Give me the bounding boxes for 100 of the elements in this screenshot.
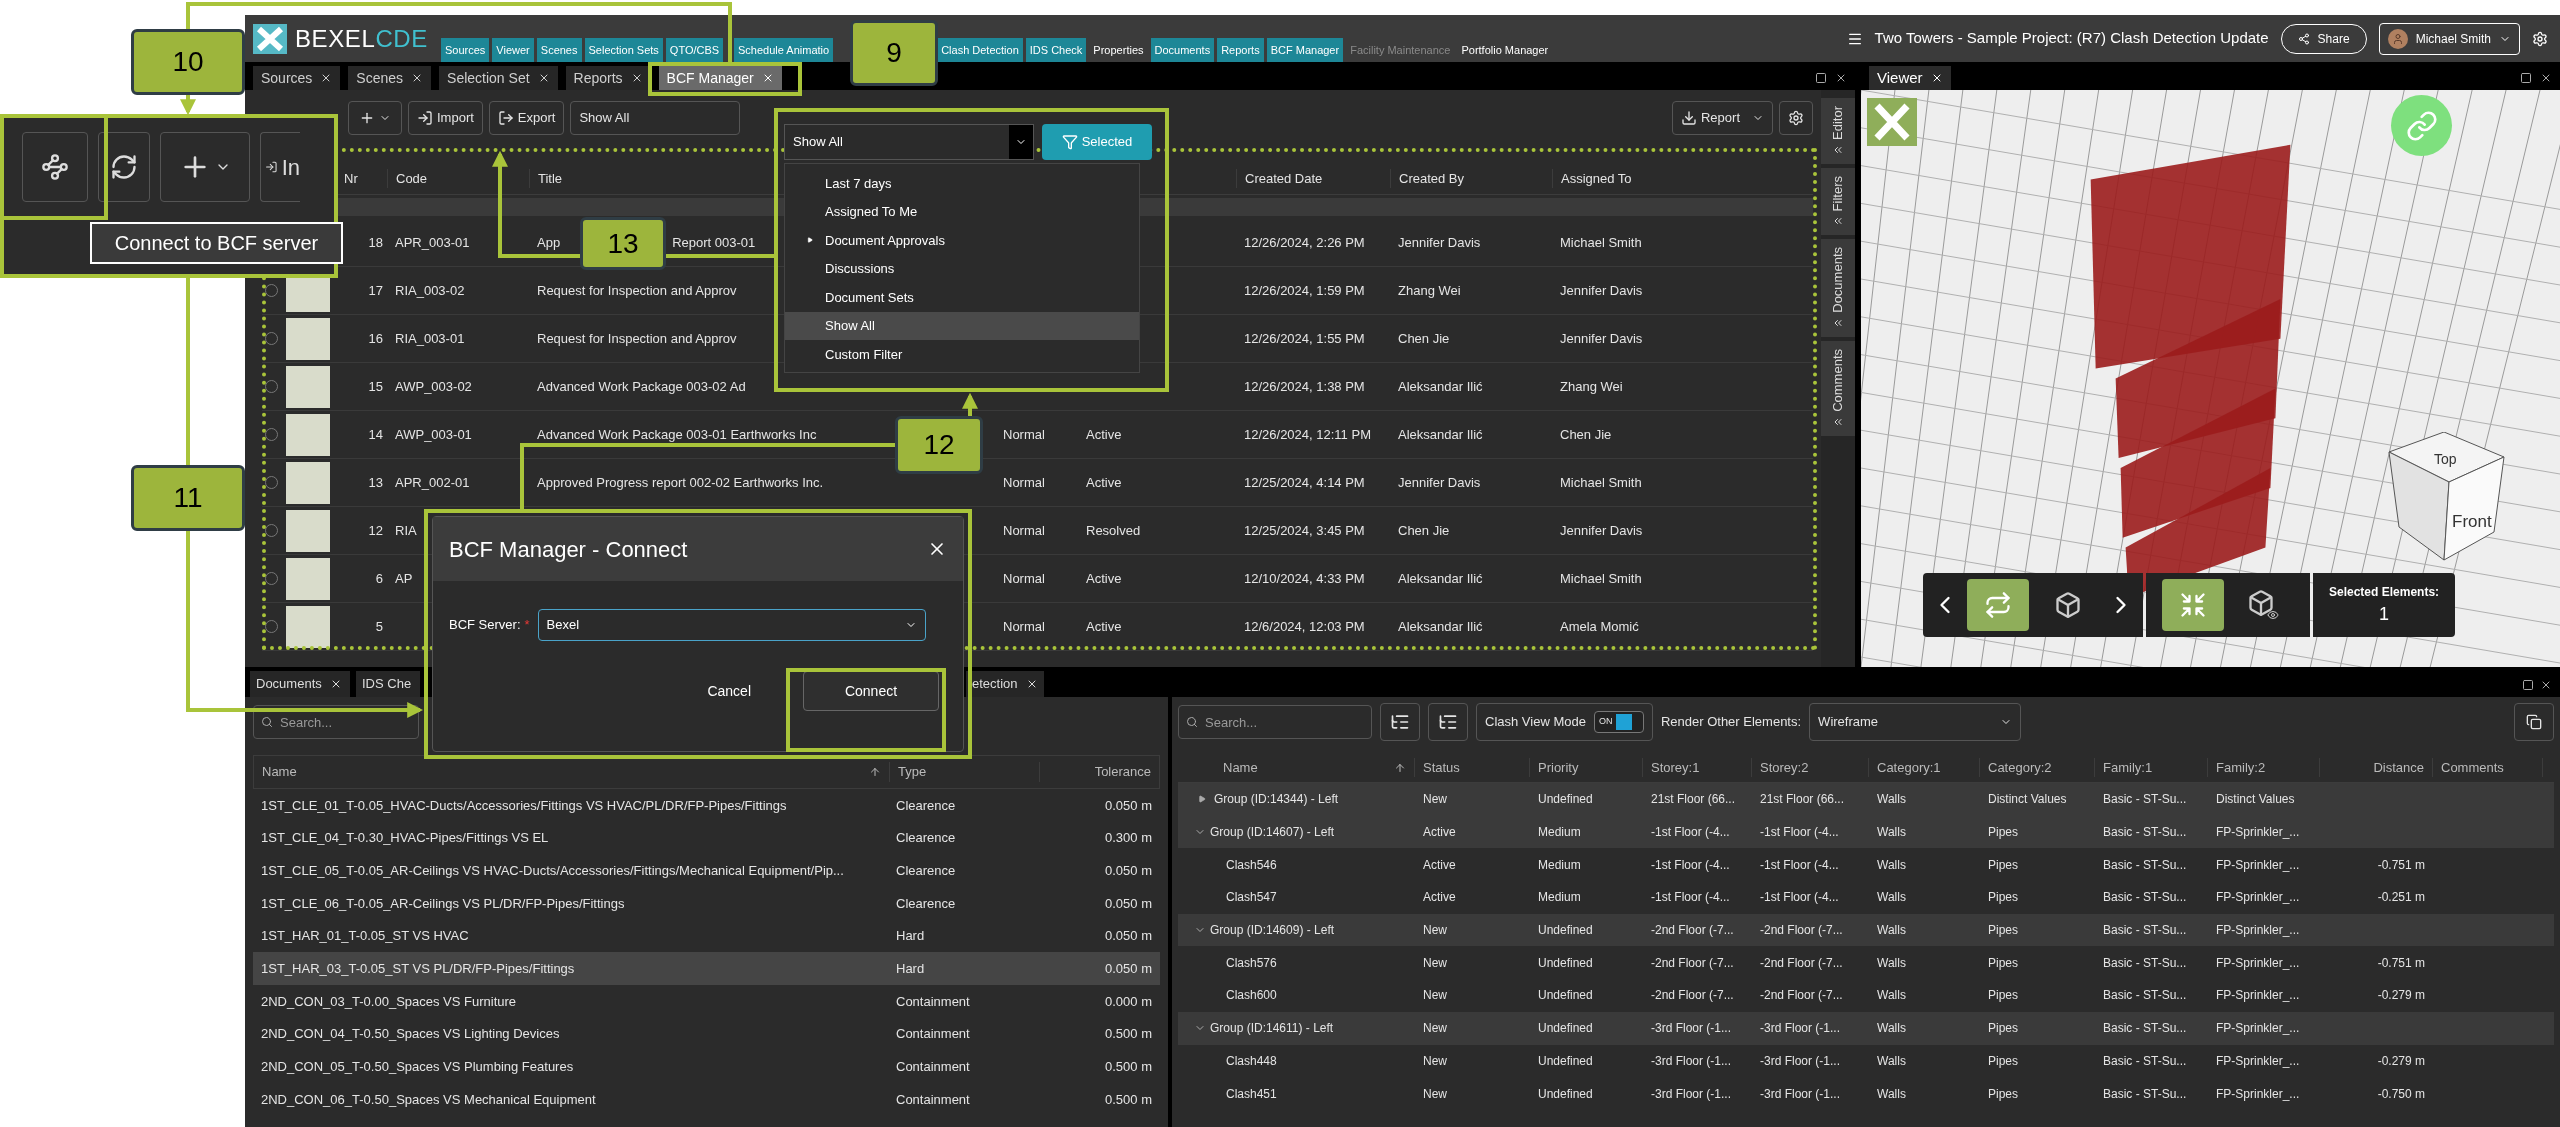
table-cell-text: Clash448 bbox=[1226, 1052, 1277, 1070]
table-cell: 13 bbox=[368, 474, 383, 490]
table-cell-text: Medium bbox=[1538, 856, 1581, 874]
side-tab-label: Filters bbox=[1829, 175, 1847, 212]
table-cell: 2ND_CON_03_T-0.00_Spaces VS Furniture bbox=[261, 993, 517, 1009]
table-cell-text: -3rd Floor (-1... bbox=[1760, 1085, 1840, 1103]
tab-label: Selection Set bbox=[447, 68, 530, 88]
tooltip: Connect to BCF server bbox=[90, 222, 343, 264]
tab-label: Viewer bbox=[1877, 67, 1923, 88]
table-cell-text: New bbox=[1423, 922, 1447, 940]
table-cell-text: FP-Sprinkler_... bbox=[2216, 1052, 2300, 1070]
table-cell: 18 bbox=[368, 234, 383, 250]
table-cell-text: Pipes bbox=[1988, 1085, 2019, 1103]
table-cell-text: FP-Sprinkler_... bbox=[2216, 824, 2300, 842]
required-mark: * bbox=[524, 616, 530, 635]
table-cell-text: -0.750 m bbox=[2377, 1085, 2425, 1103]
table-cell: Zhang Wei bbox=[1560, 378, 1623, 394]
table-cell: 1ST_CLE_06_T-0.05_AR-Ceilings VS PL/DR/FP-Pipes/Fittings bbox=[261, 895, 625, 911]
table-cell-text: Clash451 bbox=[1226, 1085, 1277, 1103]
table-cell-text: Basic - ST-Su... bbox=[2103, 1020, 2187, 1038]
table-cell-text: -3rd Floor (-1... bbox=[1760, 1052, 1840, 1070]
table-cell-text: Walls bbox=[1877, 987, 1906, 1005]
table-cell: Containment bbox=[896, 1026, 970, 1042]
table-cell: Aleksandar Ilić bbox=[1398, 570, 1483, 586]
table-cell-text: Basic - ST-Su... bbox=[2103, 791, 2187, 809]
table-cell-text: Advanced Work Package 003-01 Earthworks Inc bbox=[537, 425, 817, 444]
table-cell-text: -2nd Floor (-7... bbox=[1760, 954, 1843, 972]
table-cell: Aleksandar Ilić bbox=[1398, 618, 1483, 634]
table-cell: 12 bbox=[368, 522, 383, 538]
table-cell-text: New bbox=[1423, 1052, 1447, 1070]
table-cell-text: -2nd Floor (-7... bbox=[1651, 922, 1734, 940]
table-cell: Aleksandar Ilić bbox=[1398, 378, 1483, 394]
table-cell-text: -0.279 m bbox=[2377, 1052, 2425, 1070]
table-cell-text: Undefined bbox=[1538, 1020, 1593, 1038]
selected-count: 1 bbox=[2379, 602, 2390, 626]
table-cell: AWP_003-01 bbox=[395, 426, 472, 442]
table-cell-text: Basic - ST-Su... bbox=[2103, 922, 2187, 940]
table-cell-text: Pipes bbox=[1988, 954, 2019, 972]
logo-text: BEXELCDE bbox=[295, 23, 428, 54]
table-cell-text: Group (ID:14607) - Left bbox=[1210, 824, 1335, 842]
table-cell: Active bbox=[1086, 426, 1122, 442]
table-cell: Normal bbox=[1003, 522, 1045, 538]
table-cell-text: Basic - ST-Su... bbox=[2103, 824, 2187, 842]
table-cell: 2ND_CON_06_T-0.50_Spaces VS Mechanical Equipment bbox=[261, 1091, 596, 1107]
table-cell: Chen Jie bbox=[1560, 426, 1612, 442]
table-cell-text: -3rd Floor (-1... bbox=[1651, 1085, 1731, 1103]
table-cell-text: Walls bbox=[1877, 791, 1906, 809]
table-cell-text: Active bbox=[1423, 856, 1456, 874]
table-cell-text: -1st Floor (-4... bbox=[1760, 824, 1839, 842]
table-cell-text: Undefined bbox=[1538, 922, 1593, 940]
table-cell: Normal bbox=[1003, 426, 1045, 442]
table-cell-text: Group (ID:14611) - Left bbox=[1210, 1020, 1334, 1038]
table-cell-text: Pipes bbox=[1988, 856, 2019, 874]
table-cell-text: Basic - ST-Su... bbox=[2103, 1052, 2187, 1070]
table-cell: APR_002-01 bbox=[395, 474, 470, 490]
table-cell-text: -3rd Floor (-1... bbox=[1651, 1020, 1731, 1038]
table-cell-text: App bbox=[537, 233, 561, 252]
table-cell: AWP_003-02 bbox=[395, 378, 472, 394]
tab-label: etection bbox=[972, 675, 1018, 694]
table-cell-text: -1st Floor (-4... bbox=[1651, 889, 1730, 907]
table-cell: Resolved bbox=[1086, 522, 1141, 538]
table-cell: 0.050 m bbox=[1105, 961, 1152, 977]
table-cell: Clearence bbox=[896, 797, 956, 813]
table-cell-text: -2nd Floor (-7... bbox=[1651, 954, 1734, 972]
table-cell: Jennifer Davis bbox=[1560, 522, 1643, 538]
side-tab-label: Editor bbox=[1829, 106, 1847, 140]
table-cell-text: Basic - ST-Su... bbox=[2103, 856, 2187, 874]
table-cell: Active bbox=[1086, 618, 1122, 634]
table-cell-text: Undefined bbox=[1538, 987, 1593, 1005]
side-tab-label: Comments bbox=[1829, 349, 1847, 412]
table-cell: Jennifer Davis bbox=[1560, 330, 1643, 346]
table-cell: RIA_003-01 bbox=[395, 330, 465, 346]
callout-badge: 10 bbox=[131, 29, 245, 95]
callout-badge: 12 bbox=[895, 416, 983, 474]
table-cell-text: -0.751 m bbox=[2377, 856, 2425, 874]
table-cell: 14 bbox=[368, 426, 383, 442]
table-cell: 12/10/2024, 4:33 PM bbox=[1244, 570, 1365, 586]
table-cell-text: 21st Floor (66... bbox=[1651, 791, 1736, 809]
table-cell-text: FP-Sprinkler_... bbox=[2216, 1020, 2300, 1038]
table-cell-text: 21st Floor (66... bbox=[1760, 791, 1845, 809]
table-cell: Clearence bbox=[896, 862, 956, 878]
table-cell-text: Active bbox=[1423, 889, 1456, 907]
table-cell-text: Clash546 bbox=[1226, 856, 1277, 874]
tab-label: Reports bbox=[573, 68, 623, 88]
table-cell: 0.500 m bbox=[1105, 1059, 1152, 1075]
table-cell: 2ND_CON_05_T-0.50_Spaces VS Plumbing Features bbox=[261, 1059, 574, 1075]
table-cell-text: Medium bbox=[1538, 889, 1581, 907]
table-cell-text: -0.279 m bbox=[2377, 987, 2425, 1005]
table-cell: 0.500 m bbox=[1105, 1026, 1152, 1042]
table-cell-text: Pipes bbox=[1988, 824, 2019, 842]
table-cell: 15 bbox=[368, 378, 383, 394]
table-cell-text: Walls bbox=[1877, 889, 1906, 907]
table-cell-text: Group (ID:14609) - Left bbox=[1210, 922, 1335, 940]
table-cell: AP bbox=[395, 570, 413, 586]
table-cell-text: New bbox=[1423, 791, 1447, 809]
table-cell: 0.050 m bbox=[1105, 797, 1152, 813]
table-cell-text: Approved Progress report 002-02 Earthworks Inc. bbox=[537, 473, 824, 492]
table-cell: Clearence bbox=[896, 895, 956, 911]
table-cell-text: Active bbox=[1423, 824, 1456, 842]
table-cell-text: Report 003-01 bbox=[672, 233, 756, 252]
